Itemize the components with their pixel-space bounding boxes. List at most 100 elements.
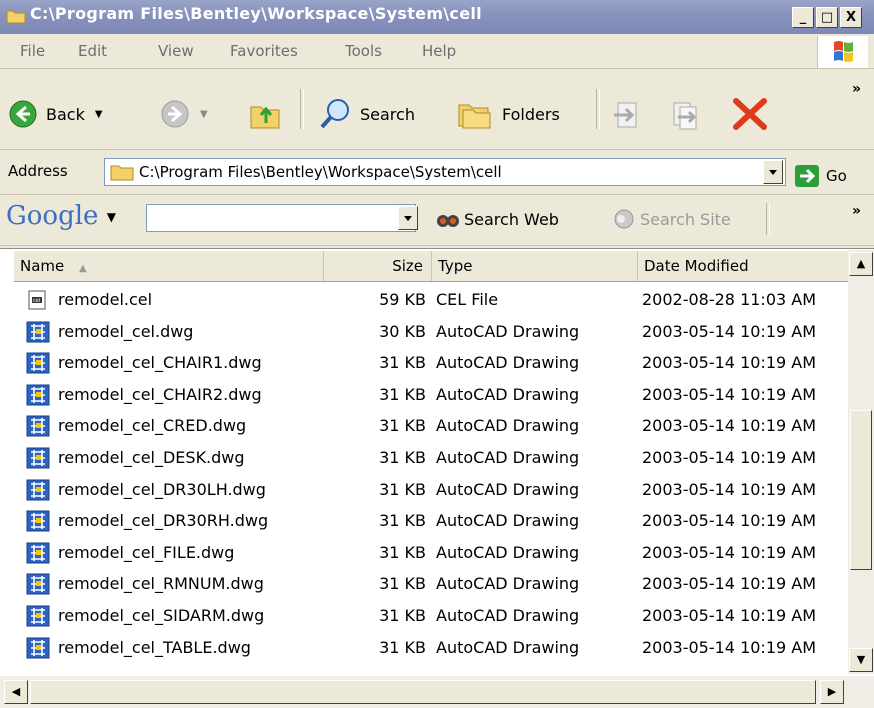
google-search-dropdown-button[interactable] [398, 206, 418, 230]
search-icon [320, 99, 349, 129]
file-size: 31 KB [379, 637, 426, 657]
back-arrow-icon [9, 100, 37, 128]
file-row[interactable]: remodel_cel_RMNUM.dwg 31 KB AutoCAD Drawin… [24, 569, 848, 600]
vertical-scroll-thumb[interactable] [850, 410, 872, 570]
search-button[interactable]: Search [318, 97, 415, 131]
dwg-file-icon [26, 479, 50, 501]
file-row[interactable]: remodel_cel_DR30LH.dwg 31 KB AutoCAD Drawi… [24, 475, 848, 506]
close-button[interactable]: X [840, 7, 862, 28]
google-logo-text: Google [6, 201, 99, 231]
scroll-down-button[interactable]: ▼ [849, 648, 873, 672]
file-name: remodel_cel.dwg [58, 321, 194, 341]
menu-help[interactable]: Help [422, 42, 456, 60]
delete-button[interactable] [730, 95, 770, 133]
file-row[interactable]: remodel_cel_SIDARM.dwg 31 KB AutoCAD Drawi… [24, 601, 848, 632]
scroll-up-button[interactable]: ▲ [849, 252, 873, 276]
back-dropdown-icon[interactable]: ▼ [95, 109, 103, 120]
folders-button[interactable]: Folders [456, 97, 560, 131]
google-logo[interactable]: Google ▼ [6, 201, 116, 231]
file-date-modified: 2003-05-14 10:19 AM [642, 574, 817, 594]
horizontal-scrollbar[interactable]: ◀ ▶ [0, 676, 874, 708]
file-name: remodel_cel_SIDARM.dwg [58, 606, 265, 625]
file-size: 30 KB [379, 321, 426, 341]
file-row[interactable]: remodel_cel_CHAIR2.dwg 31 KB AutoCAD Drawi… [24, 380, 848, 411]
scroll-left-button[interactable]: ◀ [4, 680, 28, 704]
vertical-scrollbar[interactable]: ▲ ▼ [848, 250, 874, 674]
windows-logo-icon [817, 36, 868, 68]
copy-to-button[interactable] [668, 97, 702, 131]
google-menu-dropdown-icon[interactable]: ▼ [107, 210, 116, 224]
menu-view[interactable]: View [158, 42, 194, 60]
title-bar[interactable]: C:\Program Files\Bentley\Workspace\Syste… [0, 0, 874, 34]
toolbar-overflow-icon[interactable]: » [852, 81, 861, 97]
file-row[interactable]: remodel_cel_CRED.dwg 31 KB AutoCAD Drawing… [24, 411, 848, 442]
go-arrow-icon [795, 165, 819, 187]
file-type: AutoCAD Drawing [436, 637, 580, 657]
explorer-window: C:\Program Files\Bentley\Workspace\Syste… [0, 0, 874, 708]
file-row[interactable]: remodel_cel.dwg 30 KB AutoCAD Drawing 2003-… [24, 317, 848, 348]
file-size: 31 KB [379, 384, 426, 404]
file-type: AutoCAD Drawing [436, 448, 580, 467]
file-name: remodel_cel_CRED.dwg [58, 416, 247, 436]
search-web-button[interactable]: Search Web [436, 208, 559, 230]
horizontal-scroll-thumb[interactable] [30, 680, 816, 704]
menu-edit[interactable]: Edit [78, 42, 107, 60]
menu-tools[interactable]: Tools [345, 42, 382, 60]
file-size: 31 KB [379, 479, 426, 499]
file-type: AutoCAD Drawing [436, 511, 580, 531]
address-field[interactable]: C:\Program Files\Bentley\Workspace\Syste… [104, 158, 786, 186]
back-label: Back [46, 104, 85, 124]
search-site-button[interactable]: Search Site [612, 208, 731, 230]
folders-icon [458, 104, 491, 129]
file-name: remodel_cel_DR30LH.dwg [58, 479, 266, 499]
dwg-file-icon [26, 510, 50, 532]
file-type: AutoCAD Drawing [436, 353, 580, 373]
column-header-name[interactable]: Name ▲ [14, 251, 324, 281]
file-size: 31 KB [379, 353, 426, 373]
forward-button[interactable]: ▼ [160, 99, 208, 129]
file-size: 31 KB [379, 542, 426, 562]
forward-arrow-icon [161, 100, 189, 128]
file-row[interactable]: remodel_cel_DR30RH.dwg 31 KB AutoCAD Drawi… [24, 506, 848, 537]
minimize-button[interactable]: _ [792, 7, 814, 28]
forward-dropdown-icon[interactable]: ▼ [200, 109, 208, 120]
toolbar-separator [766, 203, 770, 235]
address-label: Address [8, 162, 68, 180]
go-button[interactable]: Go [794, 164, 847, 188]
google-toolbar: Google ▼ Search Web Search Site » [0, 195, 874, 246]
dwg-file-icon [26, 447, 50, 469]
standard-toolbar: Back ▼ ▼ Search Folders » [0, 69, 874, 150]
file-type: AutoCAD Drawing [436, 574, 580, 594]
search-label: Search [360, 104, 415, 124]
copy-to-icon [673, 102, 697, 130]
column-header-size[interactable]: Size [324, 251, 432, 281]
file-type: AutoCAD Drawing [436, 321, 580, 341]
chevron-down-icon [769, 170, 777, 175]
move-to-button[interactable] [610, 97, 644, 131]
file-name: remodel_cel_DR30RH.dwg [58, 511, 269, 531]
scroll-right-button[interactable]: ▶ [820, 680, 844, 704]
maximize-button[interactable]: □ [816, 7, 838, 28]
file-row[interactable]: cel remodel.cel 59 KB CEL File 2002-08-28 11… [24, 285, 848, 316]
google-overflow-icon[interactable]: » [852, 203, 861, 219]
dwg-file-icon [26, 605, 50, 627]
file-name: remodel_cel_CHAIR2.dwg [58, 384, 262, 404]
google-search-input[interactable] [146, 204, 416, 232]
column-header-type[interactable]: Type [432, 251, 638, 281]
menu-file[interactable]: File [20, 42, 45, 60]
up-folder-button[interactable] [248, 97, 282, 131]
file-row[interactable]: remodel_cel_CHAIR1.dwg 31 KB AutoCAD Drawi… [24, 348, 848, 379]
file-row[interactable]: remodel_cel_DESK.dwg 31 KB AutoCAD Drawing… [24, 443, 848, 474]
file-row[interactable]: remodel_cel_TABLE.dwg 31 KB AutoCAD Drawin… [24, 633, 848, 664]
file-row[interactable]: remodel_cel_FILE.dwg 31 KB AutoCAD Drawing… [24, 538, 848, 569]
file-date-modified: 2003-05-14 10:19 AM [642, 416, 817, 436]
file-name: remodel_cel_CHAIR1.dwg [58, 353, 262, 373]
column-header-date-modified[interactable]: Date Modified [638, 251, 850, 281]
file-date-modified: 2003-05-14 10:19 AM [642, 448, 817, 467]
back-button[interactable]: Back ▼ [8, 99, 103, 129]
address-dropdown-button[interactable] [763, 160, 783, 184]
file-size: 31 KB [379, 448, 426, 467]
search-site-label: Search Site [640, 209, 731, 229]
file-type: AutoCAD Drawing [436, 606, 580, 625]
menu-favorites[interactable]: Favorites [230, 42, 298, 60]
